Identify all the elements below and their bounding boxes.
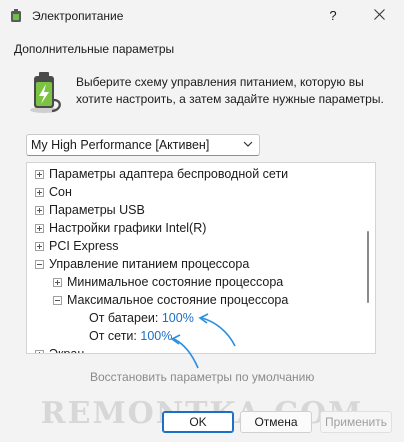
tree-scrollbar-thumb[interactable]: [367, 231, 369, 303]
power-plan-dropdown[interactable]: My High Performance [Активен]: [26, 134, 260, 156]
restore-defaults-link[interactable]: Восстановить параметры по умолчанию: [90, 370, 314, 384]
selected-power-plan: My High Performance [Активен]: [31, 138, 210, 152]
tree-item-label: Настройки графики Intel(R): [49, 221, 207, 235]
help-button[interactable]: ?: [318, 4, 348, 28]
setting-plugged-in: От сети: 100%: [89, 327, 172, 345]
tree-item-label: Максимальное состояние процессора: [67, 293, 289, 307]
ok-button[interactable]: OK: [162, 411, 234, 433]
expand-plus-icon[interactable]: [35, 224, 44, 233]
expand-plus-icon[interactable]: [35, 188, 44, 197]
expand-plus-icon[interactable]: [35, 206, 44, 215]
collapse-minus-icon[interactable]: [35, 260, 44, 269]
setting-label: От сети:: [89, 329, 141, 343]
section-title: Дополнительные параметры: [14, 42, 175, 56]
close-button[interactable]: [364, 4, 394, 28]
setting-label: От батареи:: [89, 311, 162, 325]
expand-plus-icon[interactable]: [53, 278, 62, 287]
close-icon: [373, 9, 385, 20]
instruction-text: Выберите схему управления питанием, кото…: [76, 75, 384, 106]
title-bar: Электропитание ?: [0, 0, 404, 32]
tree-item-label: Сон: [49, 185, 72, 199]
cancel-button[interactable]: Отмена: [240, 411, 312, 433]
settings-tree[interactable]: Параметры адаптера беспроводной сети Сон…: [26, 162, 376, 354]
tree-item-label: Параметры адаптера беспроводной сети: [49, 167, 289, 181]
apply-button[interactable]: Применить: [320, 411, 392, 433]
tree-item-label: PCI Express: [49, 239, 119, 253]
tree-item-label: Минимальное состояние процессора: [67, 275, 284, 289]
tree-item-label: Параметры USB: [49, 203, 145, 217]
chevron-down-icon: [243, 141, 253, 147]
expand-plus-icon[interactable]: [35, 170, 44, 179]
plugged-in-value-link[interactable]: 100%: [140, 329, 172, 343]
on-battery-value-link[interactable]: 100%: [162, 311, 194, 325]
tree-item-label: Управление питанием процессора: [49, 257, 250, 271]
battery-icon: [30, 72, 61, 113]
setting-on-battery: От батареи: 100%: [89, 309, 194, 327]
window-title: Электропитание: [32, 9, 124, 23]
expand-plus-icon[interactable]: [35, 350, 44, 353]
power-options-app-icon: [11, 9, 21, 22]
tree-item-label: Экран: [49, 347, 85, 354]
expand-plus-icon[interactable]: [35, 242, 44, 251]
collapse-minus-icon[interactable]: [53, 296, 62, 305]
